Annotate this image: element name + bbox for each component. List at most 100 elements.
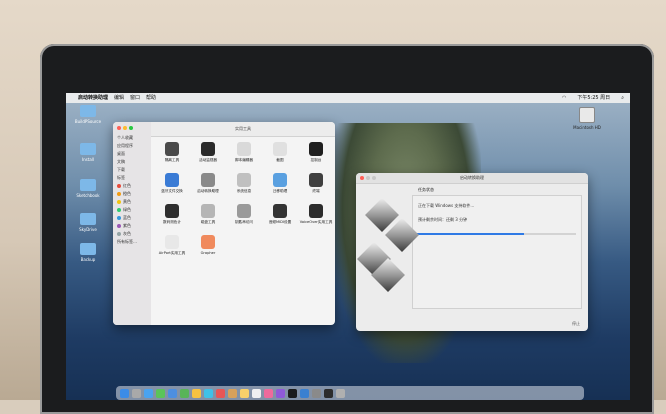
sidebar-item[interactable]: 下载 bbox=[113, 166, 151, 174]
sidebar-item[interactable]: 应用程序 bbox=[113, 142, 151, 150]
menu-bar: 启动转换助理 编辑 窗口 帮助 ◠ 下午5:25 周日 ⌕ bbox=[66, 93, 630, 103]
task-status-heading: 任务状态 bbox=[418, 187, 434, 192]
app-icon bbox=[165, 173, 179, 187]
app-label: 隔离工具 bbox=[164, 158, 180, 162]
sidebar-item-label: 文稿 bbox=[117, 159, 125, 164]
bootcamp-icon[interactable] bbox=[336, 388, 345, 398]
safari-icon[interactable] bbox=[144, 388, 153, 398]
sidebar-item-label: 橙色 bbox=[123, 191, 131, 196]
app-item[interactable]: 磁盘工具 bbox=[191, 202, 225, 233]
zoom-icon bbox=[372, 176, 376, 180]
dock bbox=[116, 386, 584, 400]
reminders-icon[interactable] bbox=[252, 388, 261, 398]
app-label: Grapher bbox=[200, 251, 216, 255]
sidebar-item[interactable]: 文稿 bbox=[113, 158, 151, 166]
sidebar-item-label: 红色 bbox=[123, 183, 131, 188]
contacts-icon[interactable] bbox=[228, 388, 237, 398]
sidebar-item[interactable]: 蓝色 bbox=[113, 214, 151, 222]
sidebar-item-label: 所有标签… bbox=[117, 239, 137, 244]
wifi-icon[interactable]: ◠ bbox=[562, 93, 566, 103]
sidebar-item[interactable]: 灰色 bbox=[113, 230, 151, 238]
windows-logo-icon bbox=[357, 198, 422, 313]
desktop-folder[interactable]: Install bbox=[68, 143, 108, 162]
sidebar-item[interactable]: 桌面 bbox=[113, 150, 151, 158]
app-label: VoiceOver实用工具 bbox=[299, 220, 333, 224]
app-item[interactable]: 系统信息 bbox=[227, 171, 261, 202]
sidebar-item-label: 应用程序 bbox=[117, 143, 133, 148]
app-label: 数码测色计 bbox=[163, 220, 181, 224]
app-item[interactable]: VoiceOver实用工具 bbox=[299, 202, 333, 233]
app-item[interactable]: 迁移助理 bbox=[263, 171, 297, 202]
clock[interactable]: 下午5:25 周日 bbox=[577, 93, 610, 103]
menu-item-window[interactable]: 窗口 bbox=[130, 93, 140, 103]
app-icon bbox=[273, 142, 287, 156]
close-icon[interactable] bbox=[360, 176, 364, 180]
sidebar-item[interactable]: 紫色 bbox=[113, 222, 151, 230]
launchpad-icon[interactable] bbox=[132, 388, 141, 398]
folder-icon bbox=[80, 243, 96, 255]
app-item[interactable]: 终端 bbox=[299, 171, 333, 202]
terminal-icon[interactable] bbox=[324, 388, 333, 398]
app-icon bbox=[309, 173, 323, 187]
bootcamp-titlebar: 启动转换助理 bbox=[356, 173, 588, 184]
calendar-icon[interactable] bbox=[216, 388, 225, 398]
app-item[interactable]: 活动监视器 bbox=[191, 140, 225, 171]
minimize-icon[interactable] bbox=[123, 126, 127, 130]
sidebar-item[interactable]: 红色 bbox=[113, 182, 151, 190]
sidebar-item-label: 绿色 bbox=[123, 207, 131, 212]
app-item[interactable]: 控制台 bbox=[299, 140, 333, 171]
sidebar-item[interactable]: 标签 bbox=[113, 174, 151, 182]
music-icon[interactable] bbox=[264, 388, 273, 398]
app-item[interactable]: 蓝牙文件交换 bbox=[155, 171, 189, 202]
app-label: 钥匙串访问 bbox=[235, 220, 253, 224]
desktop-folder[interactable]: BuildPSource bbox=[68, 105, 108, 124]
maps-icon[interactable] bbox=[180, 388, 189, 398]
app-label: 磁盘工具 bbox=[200, 220, 216, 224]
menu-item-help[interactable]: 帮助 bbox=[146, 93, 156, 103]
zoom-icon[interactable] bbox=[129, 126, 133, 130]
notes-icon[interactable] bbox=[240, 388, 249, 398]
photos-icon[interactable] bbox=[192, 388, 201, 398]
app-icon bbox=[309, 142, 323, 156]
messages-icon[interactable] bbox=[156, 388, 165, 398]
sidebar-item[interactable]: 黄色 bbox=[113, 198, 151, 206]
sidebar-item[interactable]: 所有标签… bbox=[113, 238, 151, 246]
app-item[interactable]: 数码测色计 bbox=[155, 202, 189, 233]
desktop-folder[interactable]: SkyDrive bbox=[68, 213, 108, 232]
app-item[interactable]: AirPort实用工具 bbox=[155, 233, 189, 264]
system-preferences-icon[interactable] bbox=[312, 388, 321, 398]
finder-icon[interactable] bbox=[120, 388, 129, 398]
app-label: 蓝牙文件交换 bbox=[161, 189, 183, 193]
desktop-folder[interactable]: Sketchbook bbox=[68, 179, 108, 198]
mail-icon[interactable] bbox=[168, 388, 177, 398]
facetime-icon[interactable] bbox=[204, 388, 213, 398]
app-icon bbox=[309, 204, 323, 218]
app-icon bbox=[201, 204, 215, 218]
desktop-folder[interactable]: Backup bbox=[68, 243, 108, 262]
app-store-icon[interactable] bbox=[300, 388, 309, 398]
sidebar-item[interactable]: 个人收藏 bbox=[113, 134, 151, 142]
sidebar-item[interactable]: 绿色 bbox=[113, 206, 151, 214]
sidebar-item[interactable]: 橙色 bbox=[113, 190, 151, 198]
app-item[interactable]: 音频MIDI设置 bbox=[263, 202, 297, 233]
drive-icon[interactable]: Macintosh HD bbox=[572, 107, 602, 130]
menu-item-edit[interactable]: 编辑 bbox=[114, 93, 124, 103]
download-progress-bar bbox=[412, 233, 576, 235]
app-item[interactable]: Grapher bbox=[191, 233, 225, 264]
search-icon[interactable]: ⌕ bbox=[621, 93, 624, 103]
app-label: 音频MIDI设置 bbox=[268, 220, 292, 224]
sidebar-item-label: 黄色 bbox=[123, 199, 131, 204]
stop-button[interactable]: 停止 bbox=[572, 321, 580, 327]
app-item[interactable]: 隔离工具 bbox=[155, 140, 189, 171]
menu-app-name[interactable]: 启动转换助理 bbox=[78, 93, 108, 103]
sidebar-item-label: 标签 bbox=[117, 175, 125, 180]
app-item[interactable]: 启动转换助理 bbox=[191, 171, 225, 202]
app-item[interactable]: 脚本编辑器 bbox=[227, 140, 261, 171]
app-icon bbox=[201, 235, 215, 249]
podcasts-icon[interactable] bbox=[276, 388, 285, 398]
tv-icon[interactable] bbox=[288, 388, 297, 398]
app-item[interactable]: 钥匙串访问 bbox=[227, 202, 261, 233]
app-label: 活动监视器 bbox=[199, 158, 217, 162]
close-icon[interactable] bbox=[117, 126, 121, 130]
app-item[interactable]: 截图 bbox=[263, 140, 297, 171]
